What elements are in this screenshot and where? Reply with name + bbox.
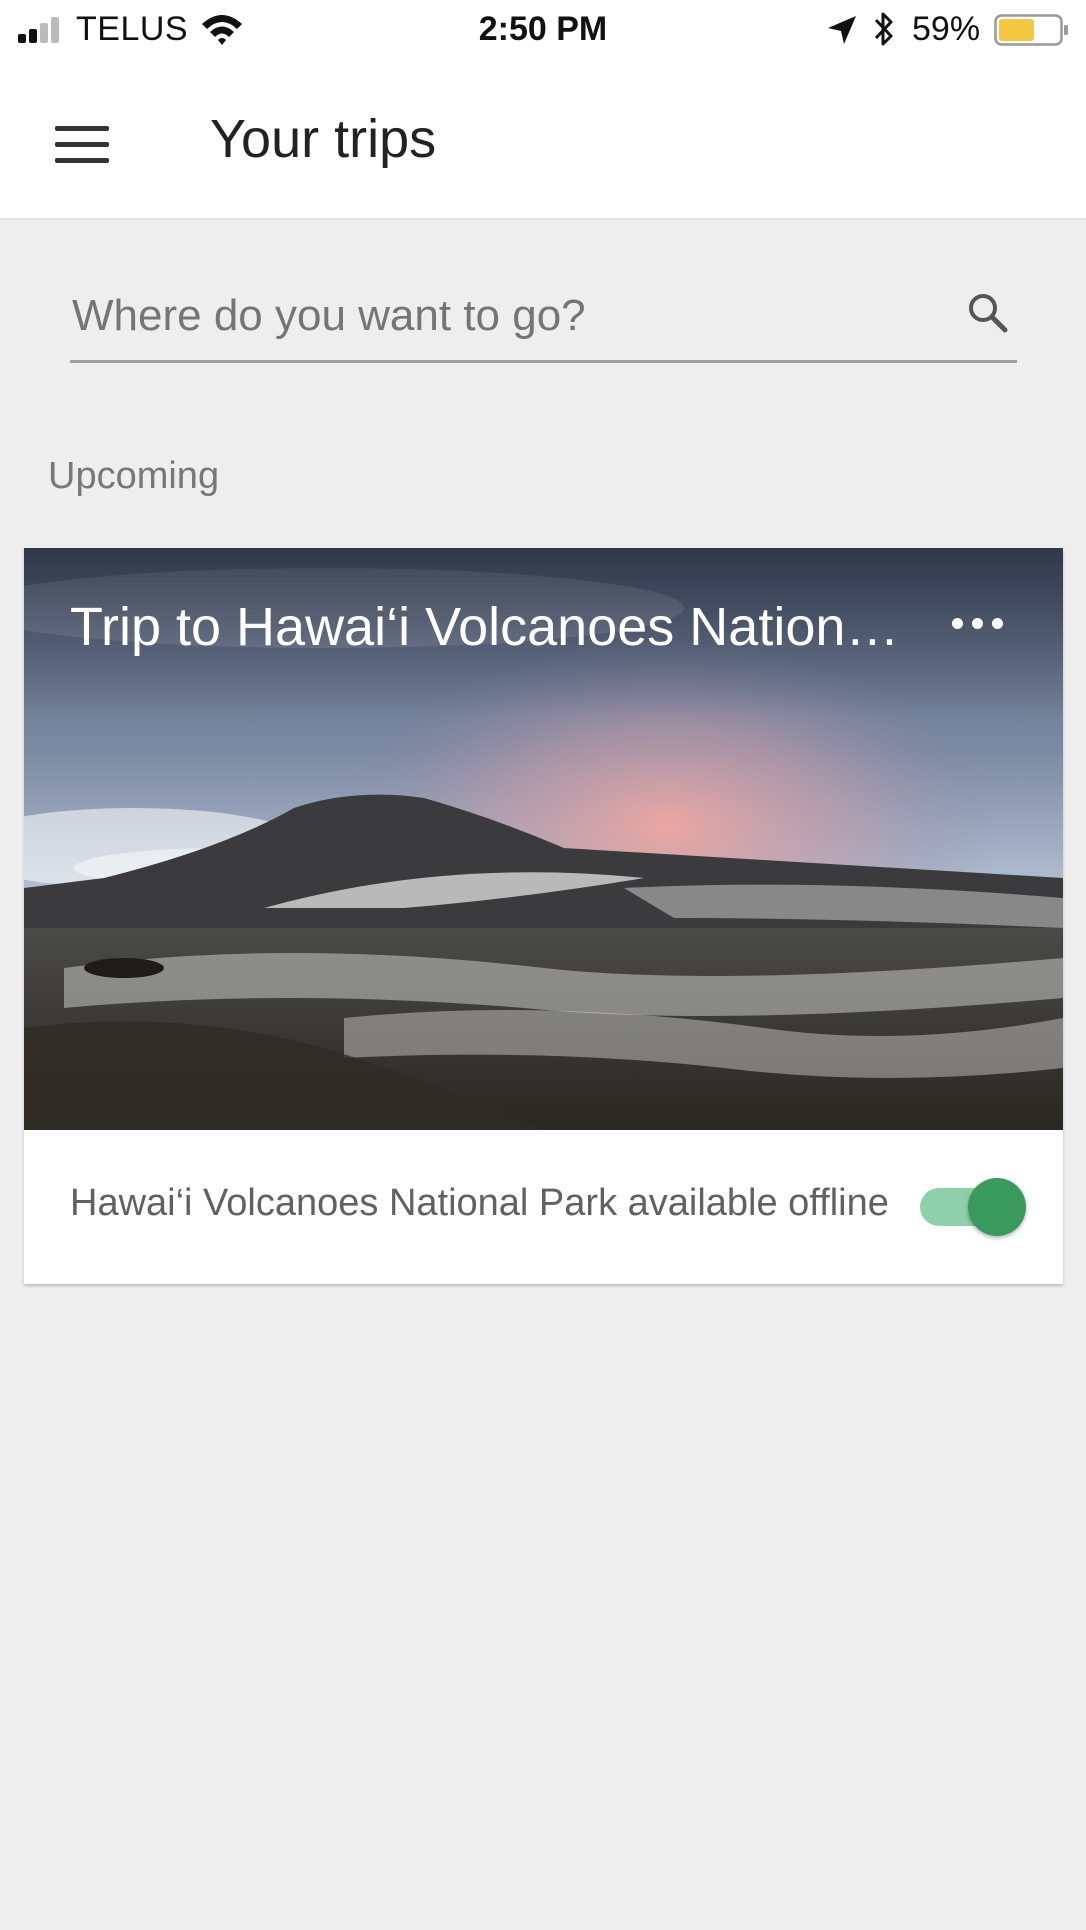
bluetooth-icon — [874, 12, 893, 46]
toggle-thumb — [968, 1178, 1026, 1236]
offline-availability-text: Hawai‘i Volcanoes National Park availabl… — [70, 1182, 889, 1224]
app-bar: Your trips — [0, 60, 1086, 220]
battery-icon — [994, 14, 1068, 46]
status-bar: TELUS 2:50 PM 59% — [0, 0, 1086, 60]
more-horizontal-icon[interactable] — [948, 604, 1008, 644]
section-heading-upcoming: Upcoming — [48, 455, 220, 497]
app-screen: TELUS 2:50 PM 59% Your trips Where do yo… — [0, 0, 1086, 1930]
trip-hero-image[interactable]: Trip to Hawai‘i Volcanoes National Park — [24, 548, 1063, 1130]
battery-percentage: 59% — [912, 10, 981, 48]
search-input[interactable] — [70, 280, 934, 352]
trip-title: Trip to Hawai‘i Volcanoes National Park — [70, 597, 920, 657]
location-arrow-icon — [828, 16, 856, 44]
hamburger-menu-icon[interactable] — [40, 106, 120, 176]
search-icon[interactable] — [965, 290, 1011, 336]
trip-card[interactable]: Trip to Hawai‘i Volcanoes National Park … — [24, 548, 1063, 1284]
page-title: Your trips — [210, 109, 437, 169]
search-field[interactable] — [70, 270, 1017, 363]
offline-row: Hawai‘i Volcanoes National Park availabl… — [24, 1130, 1063, 1284]
offline-toggle[interactable] — [920, 1176, 1026, 1236]
